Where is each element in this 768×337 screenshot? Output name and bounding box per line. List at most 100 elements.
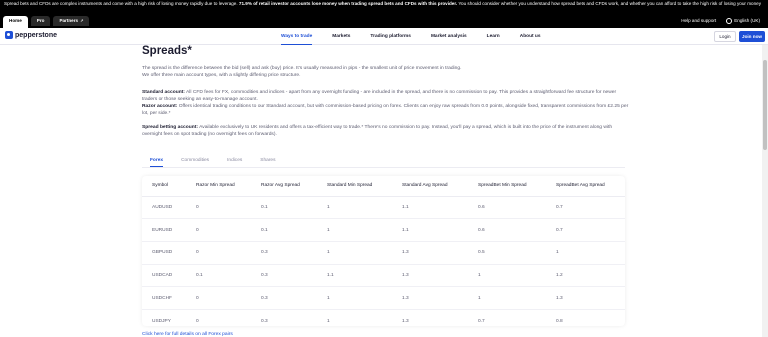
intro-line-1: The spread is the difference between the… [142, 66, 462, 71]
risk-warning-banner: Spread bets and CFDs are complex instrum… [0, 0, 768, 14]
cell-razor-avg: 0.3 [261, 318, 268, 324]
cell-symbol: USDJPY [152, 318, 171, 324]
table-row: GBPUSD 0 0.3 1 1.3 0.5 1 [142, 241, 625, 265]
tab-indices[interactable]: Indices [227, 157, 242, 167]
main-nav: pepperstone Ways to trade Markets Tradin… [0, 28, 768, 45]
tab-partners[interactable]: Partners ↗ [53, 16, 90, 26]
cell-standard-avg: 1.1 [392, 196, 468, 220]
cell-spreadbet-avg: 1.2 [546, 264, 625, 288]
cell-spreadbet-min: 0.7 [478, 318, 485, 324]
cell-standard-min: 1 [317, 196, 392, 220]
logo-icon [5, 31, 13, 39]
spreadbet-account-label: Spread betting account: [142, 125, 198, 130]
tabs-divider [142, 167, 625, 168]
nav-item-about-us[interactable]: About us [520, 28, 541, 45]
cell-spreadbet-avg: 1 [546, 241, 625, 265]
tab-forex[interactable]: Forex [150, 157, 164, 167]
cell-standard-min: 1 [317, 286, 392, 310]
table-row: USDJPY 0 0.3 1 1.3 0.7 0.8 [142, 309, 625, 332]
spreads-table-card: Symbol Razor Min Spread Razor Avg Spread… [142, 176, 625, 326]
table-row: USDCHF 0 0.3 1 1.3 1 1.3 [142, 286, 625, 310]
column-header-standard-avg: Standard Avg Spread [392, 176, 468, 197]
cell-spreadbet-min: 1 [468, 286, 546, 310]
spreadbet-account-text: Available exclusively to UK residents an… [142, 125, 613, 137]
site-tabs: Home Pro Partners ↗ [3, 16, 90, 28]
help-support-link[interactable]: Help and support [681, 16, 716, 26]
cell-razor-min: 0 [186, 218, 251, 242]
cell-razor-min: 0.1 [186, 264, 251, 288]
cell-symbol: USDCHF [142, 286, 186, 310]
nav-item-markets[interactable]: Markets [332, 28, 350, 45]
scrollbar-thumb[interactable] [763, 60, 767, 150]
cell-spreadbet-avg: 0.8 [556, 318, 563, 324]
cell-standard-min: 1 [317, 218, 392, 242]
cell-spreadbet-avg: 0.7 [546, 218, 625, 242]
column-header-razor-min: Razor Min Spread [186, 176, 251, 197]
cell-symbol: USDCAD [142, 264, 186, 288]
join-now-button[interactable]: Join now [739, 31, 765, 42]
cell-symbol: EURUSD [142, 218, 186, 242]
login-button[interactable]: Login [714, 31, 736, 42]
pepperstone-logo[interactable]: pepperstone [5, 31, 57, 39]
nav-menu: Ways to trade Markets Trading platforms … [281, 28, 561, 45]
tab-pro-label: Pro [36, 18, 45, 23]
forex-full-details-link[interactable]: Click here for full details on all Forex… [142, 332, 233, 337]
razor-account-text: Offers identical trading conditions to o… [142, 104, 629, 116]
cell-standard-avg: 1.3 [392, 241, 468, 265]
tab-home[interactable]: Home [3, 16, 28, 28]
column-header-symbol: Symbol [142, 176, 186, 197]
nav-item-ways-to-trade[interactable]: Ways to trade [281, 28, 313, 45]
spreadbet-account-paragraph: Spread betting account: Available exclus… [142, 124, 632, 138]
tab-shares[interactable]: Shares [260, 157, 275, 167]
language-selector[interactable]: English (UK) [726, 16, 760, 26]
standard-account-text: All CFD fees for FX, commodities and ind… [142, 90, 617, 102]
cell-standard-avg: 1.1 [392, 218, 468, 242]
cell-spreadbet-min: 1 [468, 264, 546, 288]
standard-account-label: Standard account: [142, 90, 185, 95]
intro-paragraph: The spread is the difference between the… [142, 65, 632, 79]
cell-standard-min: 1.1 [317, 264, 392, 288]
cell-spreadbet-avg: 1.3 [546, 286, 625, 310]
cell-razor-min: 0 [186, 241, 251, 265]
risk-warning-percentage: 71.9% of retail investor accounts lose m… [238, 1, 458, 6]
cell-spreadbet-avg: 0.7 [546, 196, 625, 220]
spreads-table: Symbol Razor Min Spread Razor Avg Spread… [142, 176, 625, 332]
column-header-standard-min: Standard Min Spread [317, 176, 392, 197]
cell-symbol: AUDUSD [142, 196, 186, 220]
tab-commodities[interactable]: Commodities [181, 157, 209, 167]
nav-item-trading-platforms[interactable]: Trading platforms [370, 28, 411, 45]
cell-razor-min: 0 [196, 318, 199, 324]
column-header-spreadbet-min: SpreadBet Min Spread [468, 176, 546, 197]
cell-razor-avg: 0.1 [251, 196, 317, 220]
asset-class-tabs: Forex Commodities Indices Shares [150, 157, 293, 167]
standard-account-paragraph: Standard account: All CFD fees for FX, c… [142, 89, 632, 103]
cell-razor-avg: 0.1 [251, 218, 317, 242]
language-label: English (UK) [734, 18, 760, 23]
cell-spreadbet-min: 0.5 [468, 241, 546, 265]
logo-text: pepperstone [15, 31, 58, 39]
cell-standard-avg: 1.3 [402, 318, 409, 324]
razor-account-paragraph: Razor account: Offers identical trading … [142, 103, 632, 117]
cell-symbol: GBPUSD [142, 241, 186, 265]
table-row: EURUSD 0 0.1 1 1.1 0.6 0.7 [142, 218, 625, 242]
cell-razor-avg: 0.3 [251, 241, 317, 265]
table-row: AUDUSD 0 0.1 1 1.1 0.6 0.7 [142, 196, 625, 220]
external-link-icon: ↗ [80, 18, 84, 23]
table-row: USDCAD 0.1 0.3 1.1 1.3 1 1.2 [142, 264, 625, 288]
nav-item-learn[interactable]: Learn [487, 28, 500, 45]
risk-warning-text: Spread bets and CFDs are complex instrum… [4, 1, 238, 6]
cell-razor-avg: 0.3 [251, 286, 317, 310]
razor-account-label: Razor account: [142, 104, 178, 109]
nav-item-market-analysis[interactable]: Market analysis [431, 28, 467, 45]
top-bar-right: Help and support English (UK) [681, 16, 760, 26]
cell-standard-avg: 1.3 [392, 264, 468, 288]
tab-partners-label: Partners [59, 18, 79, 23]
cell-standard-min: 1 [317, 241, 392, 265]
cell-razor-avg: 0.3 [251, 264, 317, 288]
cell-spreadbet-min: 0.6 [468, 218, 546, 242]
column-header-spreadbet-avg: SpreadBet Avg Spread [546, 176, 625, 197]
intro-line-2: We offer three main account types, with … [142, 73, 301, 78]
column-header-razor-avg: Razor Avg Spread [251, 176, 317, 197]
tab-pro[interactable]: Pro [30, 16, 51, 26]
page-title: Spreads* [142, 45, 192, 57]
